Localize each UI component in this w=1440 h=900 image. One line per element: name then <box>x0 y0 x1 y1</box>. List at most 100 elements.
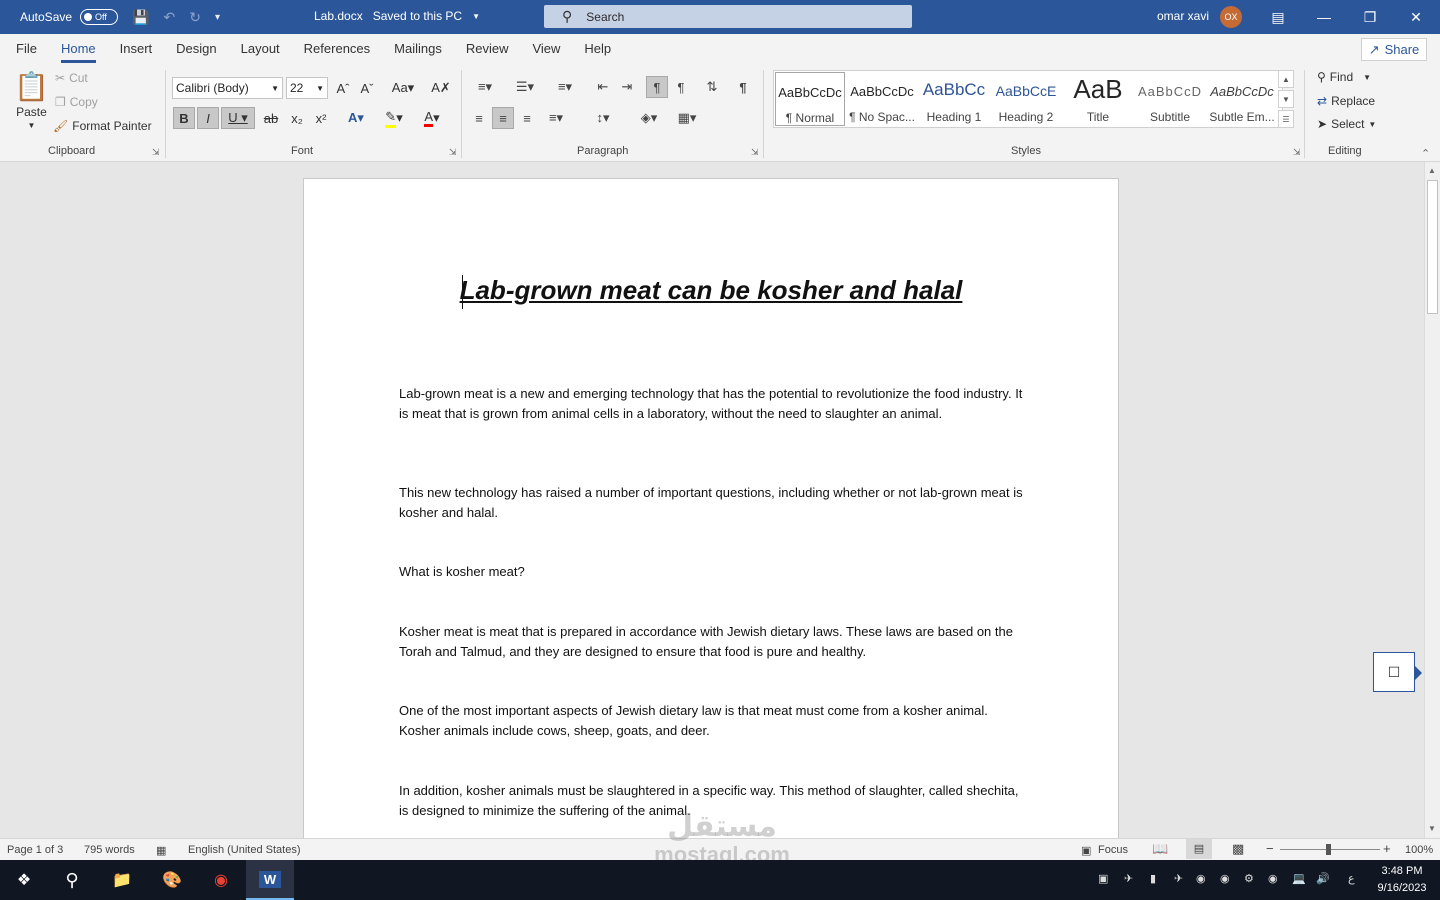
tab-mailings[interactable]: Mailings <box>382 34 454 64</box>
style-subtitle[interactable]: AaBbCcD Subtitle <box>1135 72 1205 126</box>
tab-layout[interactable]: Layout <box>229 34 292 64</box>
sort-icon[interactable]: ⇅ <box>700 76 724 98</box>
tab-view[interactable]: View <box>520 34 572 64</box>
share-button[interactable]: ↗ Share <box>1361 38 1427 61</box>
document-title-text[interactable]: Lab-grown meat can be kosher and halal <box>304 275 1118 306</box>
numbering-icon[interactable]: ☰▾ <box>508 76 542 98</box>
document-paragraph[interactable]: Lab-grown meat is a new and emerging tec… <box>399 384 1024 423</box>
tray-app-icon[interactable]: ▮ <box>1150 872 1156 885</box>
gallery-up-icon[interactable]: ▲ <box>1278 70 1294 88</box>
cut-button[interactable]: ✂ Cut <box>55 71 88 85</box>
tab-design[interactable]: Design <box>164 34 228 64</box>
document-paragraph[interactable]: This new technology has raised a number … <box>399 483 1024 522</box>
styles-launcher-icon[interactable]: ⇲ <box>1293 147 1301 158</box>
align-center-icon[interactable]: ≡ <box>492 107 514 129</box>
multilevel-list-icon[interactable]: ≡▾ <box>548 76 582 98</box>
style-title[interactable]: AaB Title <box>1063 72 1133 126</box>
style-no-spacing[interactable]: AaBbCcDc ¶ No Spac... <box>847 72 917 126</box>
search-icon[interactable]: ⚲ <box>48 860 96 900</box>
file-explorer-icon[interactable]: 📁 <box>98 860 146 900</box>
customize-qat-icon[interactable]: ▾ <box>215 12 220 23</box>
font-family-select[interactable]: Calibri (Body) ▼ <box>172 77 283 99</box>
bookmark-button[interactable]: ☐ <box>1373 652 1422 692</box>
vertical-scrollbar[interactable]: ▲ ▼ <box>1424 162 1440 838</box>
scroll-down-icon[interactable]: ▼ <box>1428 824 1436 833</box>
restore-icon[interactable]: ❐ <box>1347 0 1393 34</box>
format-painter-button[interactable]: 🖌 Format Painter <box>53 119 152 133</box>
gallery-down-icon[interactable]: ▼ <box>1278 90 1294 108</box>
tab-review[interactable]: Review <box>454 34 521 64</box>
read-mode-icon[interactable]: 📖 <box>1152 841 1168 857</box>
autosave-toggle[interactable]: Off <box>80 9 119 25</box>
line-spacing-icon[interactable]: ↕▾ <box>586 107 620 129</box>
chrome-icon[interactable]: ◉ <box>197 860 245 900</box>
scroll-up-icon[interactable]: ▲ <box>1428 166 1436 175</box>
increase-indent-icon[interactable]: ⇥ <box>616 76 638 98</box>
volume-icon[interactable]: 🔊 <box>1316 872 1330 885</box>
subscript-icon[interactable]: x₂ <box>286 107 308 129</box>
shrink-font-icon[interactable]: Aˇ <box>356 77 378 99</box>
underline-icon[interactable]: U ▾ <box>221 107 255 129</box>
search-box[interactable]: ⚲ Search <box>544 5 912 28</box>
save-icon[interactable]: 💾 <box>132 9 149 26</box>
windows-start-icon[interactable]: ❖ <box>0 860 48 900</box>
font-color-icon[interactable]: A ▾ <box>416 107 448 129</box>
undo-icon[interactable]: ↶ <box>163 9 175 26</box>
tab-file[interactable]: File <box>4 34 49 64</box>
proofing-icon[interactable]: ▦ <box>156 844 166 857</box>
shading-icon[interactable]: ◈▾ <box>632 107 666 129</box>
print-layout-icon[interactable]: ▤ <box>1186 839 1212 859</box>
justify-icon[interactable]: ≡▾ <box>540 107 572 129</box>
show-formatting-marks-icon[interactable]: ¶ <box>732 76 754 98</box>
text-effects-icon[interactable]: A▾ <box>340 107 372 129</box>
align-right-icon[interactable]: ≡ <box>516 107 538 129</box>
find-button[interactable]: ⚲ Find ▼ <box>1317 70 1371 84</box>
tray-app-icon[interactable]: ▣ <box>1098 872 1108 885</box>
strikethrough-icon[interactable]: ab <box>260 107 282 129</box>
italic-icon[interactable]: I <box>197 107 219 129</box>
style-subtle-emphasis[interactable]: AaBbCcDc Subtle Em... <box>1207 72 1277 126</box>
system-clock[interactable]: 3:48 PM 9/16/2023 <box>1370 863 1434 897</box>
word-app-icon[interactable]: W <box>246 860 294 900</box>
gallery-more-icon[interactable]: ☰ <box>1278 110 1294 128</box>
tray-app-icon[interactable]: ✈ <box>1174 872 1183 885</box>
autosave-control[interactable]: AutoSave Off <box>20 9 119 25</box>
style-heading-2[interactable]: AaBbCcE Heading 2 <box>991 72 1061 126</box>
close-icon[interactable]: ✕ <box>1393 0 1439 34</box>
borders-icon[interactable]: ▦▾ <box>670 107 704 129</box>
redo-icon[interactable]: ↻ <box>189 9 201 26</box>
zoom-in-button[interactable]: + <box>1383 841 1391 856</box>
zoom-out-button[interactable]: − <box>1266 841 1274 856</box>
collapse-ribbon-icon[interactable]: ⌃ <box>1421 147 1430 160</box>
grow-font-icon[interactable]: Aˆ <box>332 77 354 99</box>
zoom-slider-thumb[interactable] <box>1326 844 1331 855</box>
network-icon[interactable]: 💻 <box>1292 872 1306 885</box>
font-launcher-icon[interactable]: ⇲ <box>449 147 457 158</box>
tab-help[interactable]: Help <box>572 34 623 64</box>
user-name[interactable]: omar xavi <box>1157 9 1209 23</box>
page-count[interactable]: Page 1 of 3 <box>7 844 63 856</box>
superscript-icon[interactable]: x² <box>310 107 332 129</box>
change-case-icon[interactable]: Aa▾ <box>388 77 418 99</box>
scroll-thumb[interactable] <box>1427 180 1438 314</box>
document-paragraph[interactable]: What is kosher meat? <box>399 562 1024 582</box>
ribbon-display-options-icon[interactable]: ▤ <box>1255 0 1301 34</box>
web-layout-icon[interactable]: ▩ <box>1232 841 1244 857</box>
replace-button[interactable]: ⇄ Replace <box>1317 94 1375 108</box>
paint-app-icon[interactable]: 🎨 <box>148 860 196 900</box>
ltr-direction-icon[interactable]: ¶ <box>646 76 668 98</box>
highlight-color-icon[interactable]: ✎ ▾ <box>378 107 410 129</box>
select-button[interactable]: ➤ Select ▼ <box>1317 117 1376 131</box>
tray-app-icon[interactable]: ◉ <box>1268 872 1278 885</box>
word-count[interactable]: 795 words <box>84 844 135 856</box>
rtl-direction-icon[interactable]: ¶ <box>670 76 692 98</box>
steam-tray-icon[interactable]: ⚙ <box>1244 872 1254 885</box>
document-paragraph[interactable]: Kosher meat is meat that is prepared in … <box>399 622 1024 661</box>
avatar[interactable]: OX <box>1220 6 1242 28</box>
document-title[interactable]: Lab.docx Saved to this PC ▼ <box>314 9 480 25</box>
document-page[interactable]: Lab-grown meat can be kosher and halal L… <box>303 178 1119 838</box>
tab-insert[interactable]: Insert <box>108 34 165 64</box>
minimize-icon[interactable]: — <box>1301 0 1347 34</box>
align-left-icon[interactable]: ≡ <box>468 107 490 129</box>
document-paragraph[interactable]: One of the most important aspects of Jew… <box>399 701 1024 740</box>
